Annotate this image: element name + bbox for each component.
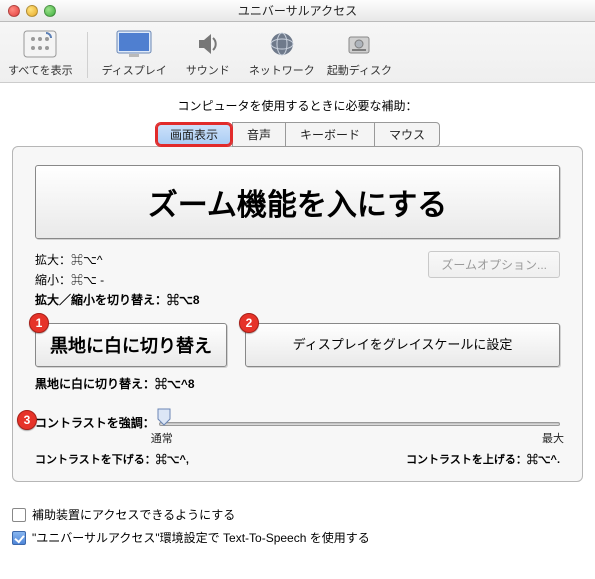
white-on-black-button[interactable]: 黒地に白に切り替え: [35, 323, 227, 367]
toolbar-network[interactable]: ネットワーク: [249, 28, 315, 78]
grid-icon: [19, 28, 61, 60]
toolbar-displays-label: ディスプレイ: [102, 62, 167, 78]
checkbox-checked-icon: [12, 531, 26, 545]
display-icon: [113, 28, 155, 60]
badge-3: 3: [17, 410, 37, 430]
tts-checkbox[interactable]: "ユニバーサルアクセス"環境設定で Text-To-Speech を使用する: [12, 529, 583, 546]
badge-2: 2: [239, 313, 259, 333]
tab-bar: 画面表示 音声 キーボード マウス: [12, 122, 583, 147]
slider-max-label: 最大: [542, 430, 564, 446]
contrast-increase-hint: コントラストを上げる：⌘⌥^.: [406, 451, 560, 467]
window-title: ユニバーサルアクセス: [0, 2, 595, 19]
toolbar-show-all-label: すべてを表示: [8, 62, 73, 78]
contrast-label: コントラストを強調：: [35, 414, 155, 431]
window-close-button[interactable]: [8, 5, 20, 17]
toolbar-displays[interactable]: ディスプレイ: [102, 28, 167, 78]
tab-screen[interactable]: 画面表示: [155, 122, 233, 147]
toolbar-show-all[interactable]: すべてを表示: [8, 28, 73, 78]
toolbar-startup-disk-label: 起動ディスク: [327, 62, 392, 78]
white-on-black-shortcut: 黒地に白に切り替え：⌘⌥^8: [35, 375, 560, 392]
pref-toolbar: すべてを表示 ディスプレイ サウンド ネ: [0, 22, 595, 83]
allow-assistive-checkbox[interactable]: 補助装置にアクセスできるようにする: [12, 506, 583, 523]
tab-mouse[interactable]: マウス: [374, 122, 440, 147]
badge-1: 1: [29, 313, 49, 333]
toolbar-sound-label: サウンド: [186, 62, 230, 78]
grayscale-button[interactable]: ディスプレイをグレイスケールに設定: [245, 323, 560, 367]
slider-thumb[interactable]: [157, 408, 171, 426]
tab-keyboard[interactable]: キーボード: [285, 122, 375, 147]
allow-assistive-label: 補助装置にアクセスできるようにする: [32, 506, 235, 523]
window-titlebar: ユニバーサルアクセス: [0, 0, 595, 22]
toolbar-network-label: ネットワーク: [249, 62, 315, 78]
toolbar-sound[interactable]: サウンド: [179, 28, 237, 78]
invert-buttons-row: 1 黒地に白に切り替え 2 ディスプレイをグレイスケールに設定: [35, 323, 560, 367]
tts-label: "ユニバーサルアクセス"環境設定で Text-To-Speech を使用する: [32, 529, 370, 546]
speaker-icon: [187, 28, 229, 60]
footer-checkboxes: 補助装置にアクセスできるようにする "ユニバーサルアクセス"環境設定で Text…: [0, 494, 595, 558]
helper-text: コンピュータを使用するときに必要な補助：: [12, 97, 583, 114]
window-minimize-button[interactable]: [26, 5, 38, 17]
zoom-in-shortcut: 拡大：⌘⌥^: [35, 251, 200, 269]
zoom-toggle-button[interactable]: ズーム機能を入にする: [35, 165, 560, 239]
zoom-options-button[interactable]: ズームオプション...: [428, 251, 560, 278]
toolbar-startup-disk[interactable]: 起動ディスク: [327, 28, 392, 78]
contrast-slider[interactable]: 通常 最大: [159, 416, 560, 430]
globe-icon: [261, 28, 303, 60]
drive-icon: [338, 28, 380, 60]
checkbox-unchecked-icon: [12, 508, 26, 522]
slider-min-label: 通常: [151, 430, 173, 446]
traffic-lights: [8, 5, 56, 17]
screen-panel: ズーム機能を入にする 拡大：⌘⌥^ 縮小：⌘⌥ - 拡大／縮小を切り替え：⌘⌥8…: [12, 146, 583, 482]
tab-voice[interactable]: 音声: [232, 122, 286, 147]
window-zoom-button[interactable]: [44, 5, 56, 17]
contrast-decrease-hint: コントラストを下げる：⌘⌥^,: [35, 451, 189, 467]
zoom-out-shortcut: 縮小：⌘⌥ -: [35, 271, 200, 289]
slider-track: [159, 422, 560, 426]
toolbar-divider: [87, 32, 88, 78]
zoom-toggle-shortcut: 拡大／縮小を切り替え：⌘⌥8: [35, 291, 200, 309]
